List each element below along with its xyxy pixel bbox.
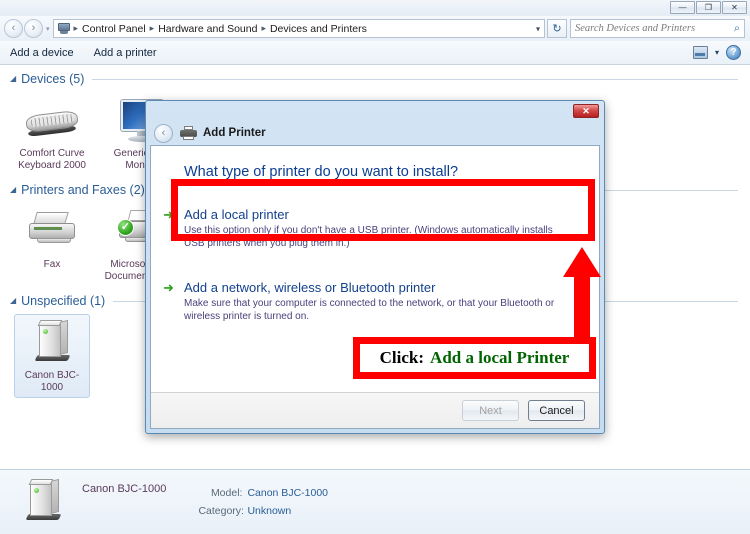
option-description: Make sure that your computer is connecte… bbox=[184, 298, 555, 322]
breadcrumb-item-hardware-and-sound[interactable]: Hardware and Sound bbox=[155, 23, 260, 35]
close-icon[interactable]: ✕ bbox=[573, 104, 599, 118]
help-icon[interactable]: ? bbox=[726, 45, 741, 60]
list-item-canon-bjc-1000[interactable]: Canon BJC-1000 bbox=[14, 314, 90, 398]
explorer-window: — ❐ ✕ ‹ › ▾ ▸ Control Panel ▸ Hardware a… bbox=[0, 0, 750, 534]
option-title[interactable]: Add a network, wireless or Bluetooth pri… bbox=[184, 279, 599, 296]
details-pane: Canon BJC-1000 Model: Canon BJC-1000 Cate… bbox=[0, 469, 750, 534]
tower-icon bbox=[16, 478, 68, 526]
keyboard-icon bbox=[25, 97, 79, 145]
collapse-triangle-icon[interactable]: ◢ bbox=[10, 75, 16, 83]
forward-button[interactable]: › bbox=[24, 19, 43, 38]
list-item-label: Comfort Curve Keyboard 2000 bbox=[18, 148, 86, 171]
list-item[interactable]: Fax bbox=[14, 203, 90, 287]
refresh-button[interactable]: ↻ bbox=[547, 19, 567, 38]
details-value: Canon BJC-1000 bbox=[247, 487, 329, 499]
chevron-down-icon[interactable]: ▾ bbox=[715, 48, 719, 57]
list-item[interactable]: Comfort Curve Keyboard 2000 bbox=[14, 92, 90, 176]
computer-icon bbox=[57, 22, 71, 35]
printer-icon bbox=[180, 126, 197, 140]
view-options-icon[interactable] bbox=[692, 46, 708, 59]
search-placeholder: Search Devices and Printers bbox=[575, 23, 696, 34]
list-item-label: Fax bbox=[43, 259, 61, 270]
add-printer-dialog: ✕ ‹ Add Printer What type of printer do … bbox=[145, 100, 605, 434]
breadcrumb-item-devices-and-printers[interactable]: Devices and Printers bbox=[267, 23, 370, 35]
window-titlebar: — ❐ ✕ bbox=[0, 0, 750, 16]
search-icon: ⌕ bbox=[733, 22, 740, 34]
add-a-device-button[interactable]: Add a device bbox=[0, 47, 84, 59]
dialog-back-button[interactable]: ‹ bbox=[154, 123, 173, 143]
details-row-category: Category: Unknown bbox=[198, 505, 291, 517]
command-bar: Add a device Add a printer ▾ ? bbox=[0, 41, 750, 65]
chevron-down-icon[interactable]: ▾ bbox=[536, 24, 540, 33]
details-key: Category: bbox=[198, 505, 244, 517]
annotation-callout: Click: Add a local Printer bbox=[353, 337, 596, 379]
group-divider bbox=[92, 78, 738, 80]
details-key: Model: bbox=[210, 487, 243, 499]
annotation-target-label: Add a local Printer bbox=[430, 348, 570, 367]
window-controls: — ❐ ✕ bbox=[670, 1, 747, 14]
dialog-titlebar: ✕ bbox=[146, 101, 604, 121]
collapse-triangle-icon[interactable]: ◢ bbox=[10, 297, 16, 305]
breadcrumb[interactable]: ▸ Control Panel ▸ Hardware and Sound ▸ D… bbox=[52, 19, 545, 38]
breadcrumb-item-control-panel[interactable]: Control Panel bbox=[79, 23, 149, 35]
option-description: Use this option only if you don't have a… bbox=[184, 225, 553, 249]
option-title[interactable]: Add a local printer bbox=[184, 206, 599, 223]
minimize-button[interactable]: — bbox=[670, 1, 695, 14]
group-label: Printers and Faxes (2) bbox=[21, 183, 145, 197]
default-printer-check-icon: ✓ bbox=[117, 219, 134, 236]
option-add-local-printer[interactable]: ➜ Add a local printer Use this option on… bbox=[151, 206, 599, 250]
details-text: Canon BJC-1000 Model: Canon BJC-1000 Cate… bbox=[82, 478, 328, 519]
details-title: Canon BJC-1000 bbox=[82, 483, 167, 495]
dialog-heading: What type of printer do you want to inst… bbox=[184, 164, 459, 180]
details-value: Unknown bbox=[247, 505, 292, 517]
annotation-arrow-icon bbox=[563, 247, 601, 339]
green-arrow-icon: ➜ bbox=[163, 207, 174, 222]
dialog-body: What type of printer do you want to inst… bbox=[150, 145, 600, 429]
dialog-title: Add Printer bbox=[203, 127, 266, 139]
dialog-nav-row: ‹ Add Printer bbox=[146, 121, 604, 145]
collapse-triangle-icon[interactable]: ◢ bbox=[10, 186, 16, 194]
close-button[interactable]: ✕ bbox=[722, 1, 747, 14]
address-bar: ‹ › ▾ ▸ Control Panel ▸ Hardware and Sou… bbox=[0, 16, 750, 41]
green-arrow-icon: ➜ bbox=[163, 280, 174, 295]
annotation-click-label: Click: bbox=[379, 348, 425, 367]
search-input[interactable]: Search Devices and Printers ⌕ bbox=[570, 19, 745, 38]
group-label: Devices (5) bbox=[21, 72, 85, 86]
next-button[interactable]: Next bbox=[462, 400, 519, 421]
list-item-label: Canon BJC-1000 bbox=[24, 370, 80, 393]
navigation-arrows: ‹ › ▾ bbox=[4, 19, 51, 38]
tower-icon bbox=[25, 319, 79, 367]
details-rows: Model: Canon BJC-1000 Category: Unknown bbox=[198, 483, 328, 519]
dialog-footer: Next Cancel bbox=[151, 392, 599, 428]
cancel-button[interactable]: Cancel bbox=[528, 400, 585, 421]
details-row-model: Model: Canon BJC-1000 bbox=[198, 487, 328, 499]
group-header-devices[interactable]: ◢ Devices (5) bbox=[0, 72, 750, 86]
history-dropdown-icon[interactable]: ▾ bbox=[46, 25, 50, 33]
back-button[interactable]: ‹ bbox=[4, 19, 23, 38]
command-bar-right: ▾ ? bbox=[692, 45, 750, 60]
option-add-network-printer[interactable]: ➜ Add a network, wireless or Bluetooth p… bbox=[151, 279, 599, 323]
restore-button[interactable]: ❐ bbox=[696, 1, 721, 14]
group-label: Unspecified (1) bbox=[21, 294, 106, 308]
add-a-printer-button[interactable]: Add a printer bbox=[84, 47, 167, 59]
fax-icon bbox=[25, 208, 79, 256]
